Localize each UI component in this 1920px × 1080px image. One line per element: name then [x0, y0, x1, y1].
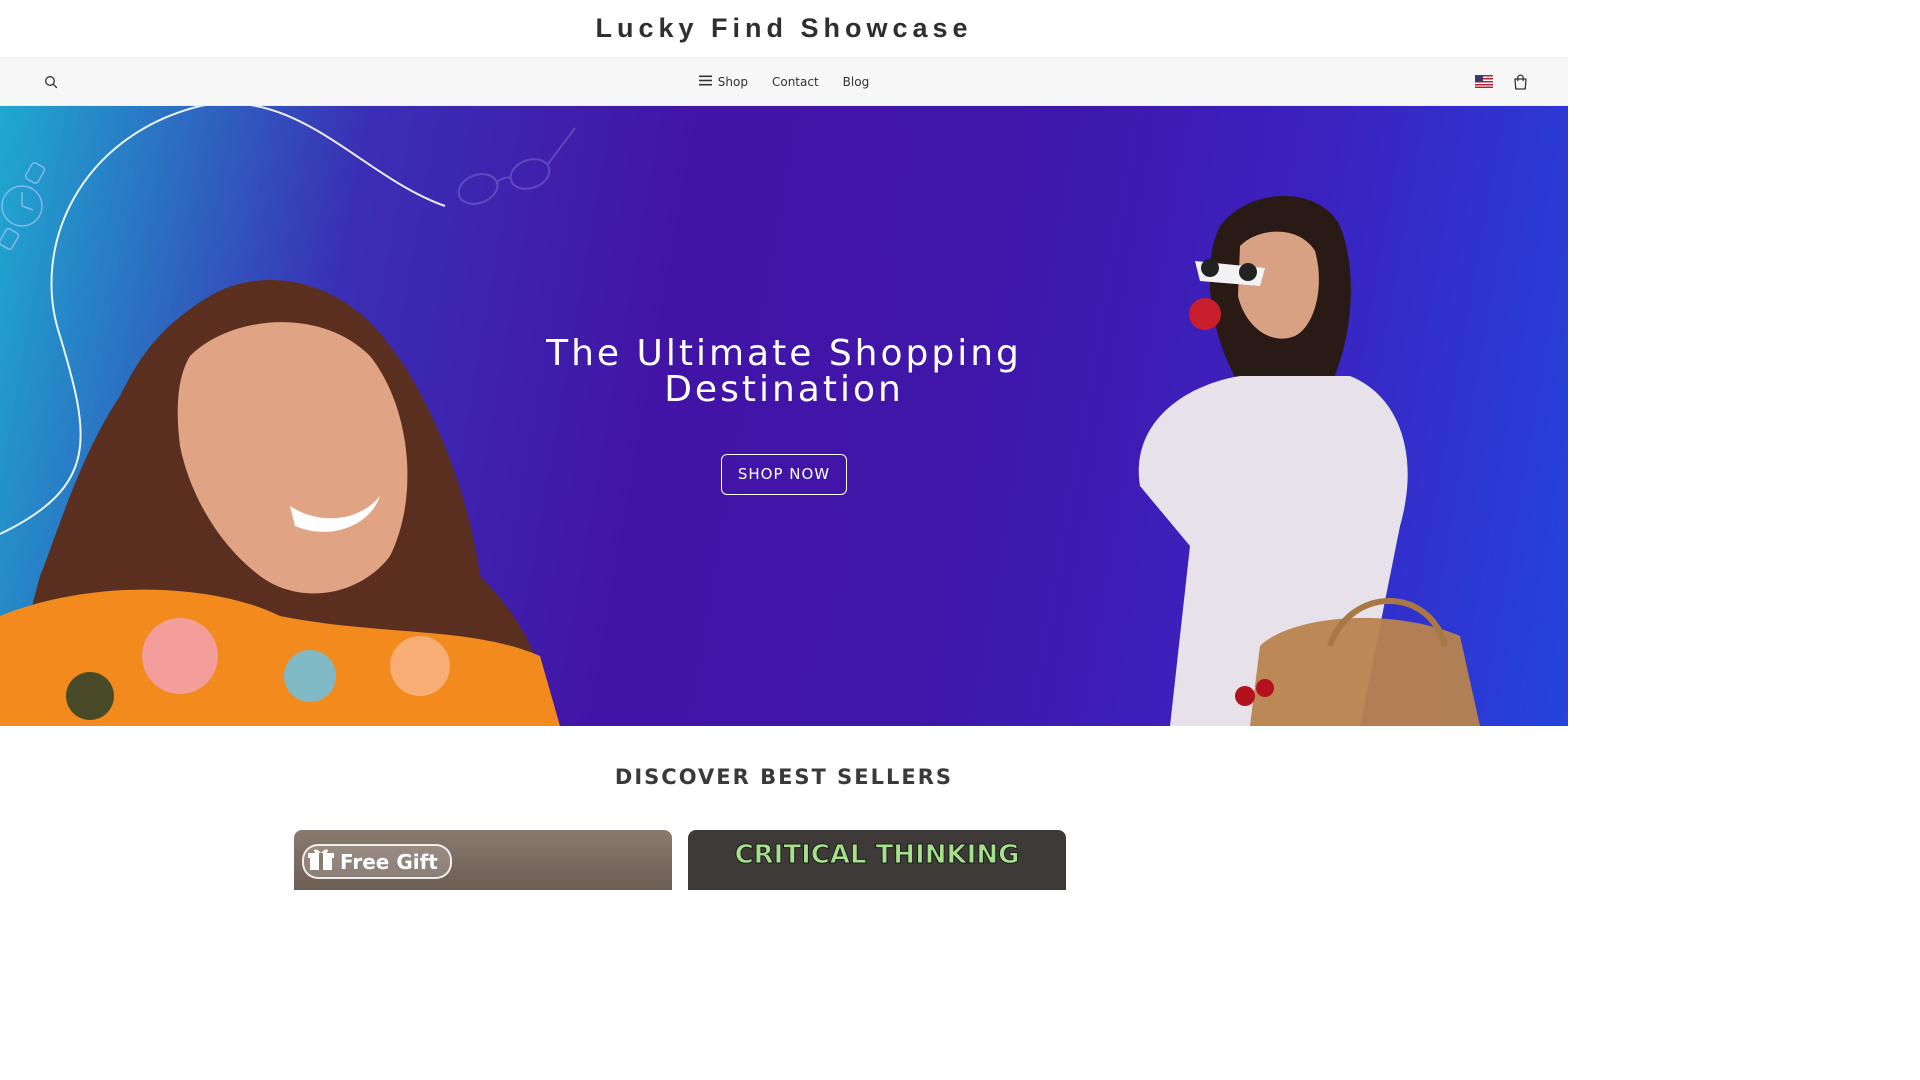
hero-banner: The Ultimate Shopping Destination SHOP N…: [0, 106, 1568, 726]
hero-title-line-1: The Ultimate Shopping: [546, 333, 1022, 374]
best-sellers-title: DISCOVER BEST SELLERS: [614, 765, 954, 789]
nav-menu: Shop Contact Blog: [698, 74, 870, 89]
free-gift-badge: Free Gift: [302, 844, 452, 879]
shop-now-button[interactable]: SHOP NOW: [721, 454, 847, 495]
nav-item-label: Shop: [717, 74, 748, 89]
us-flag-icon[interactable]: [1475, 75, 1493, 88]
hero-title-line-2: Destination: [664, 369, 904, 410]
nav-right: [1475, 58, 1528, 105]
shopping-bag-icon[interactable]: [1513, 74, 1528, 90]
nav-item-label: Contact: [771, 74, 819, 89]
site-header: Lucky Find Showcase: [0, 0, 1568, 57]
free-gift-label: Free Gift: [340, 849, 438, 874]
nav-item-label: Blog: [842, 74, 870, 89]
nav-left: [44, 58, 58, 105]
gift-icon: [308, 848, 334, 875]
nav-item-shop[interactable]: Shop: [698, 74, 748, 89]
search-icon[interactable]: [44, 75, 58, 89]
main-navbar: Shop Contact Blog: [0, 57, 1568, 106]
card-headline: CRITICAL THINKING: [734, 840, 1020, 871]
nav-item-blog[interactable]: Blog: [843, 75, 870, 89]
product-card[interactable]: Free Gift: [294, 830, 672, 890]
product-card[interactable]: CRITICAL THINKING: [688, 830, 1066, 890]
hero-content: The Ultimate Shopping Destination SHOP N…: [0, 336, 1568, 495]
hamburger-icon: [698, 75, 712, 89]
nav-item-contact[interactable]: Contact: [772, 75, 819, 89]
site-title[interactable]: Lucky Find Showcase: [595, 13, 972, 44]
